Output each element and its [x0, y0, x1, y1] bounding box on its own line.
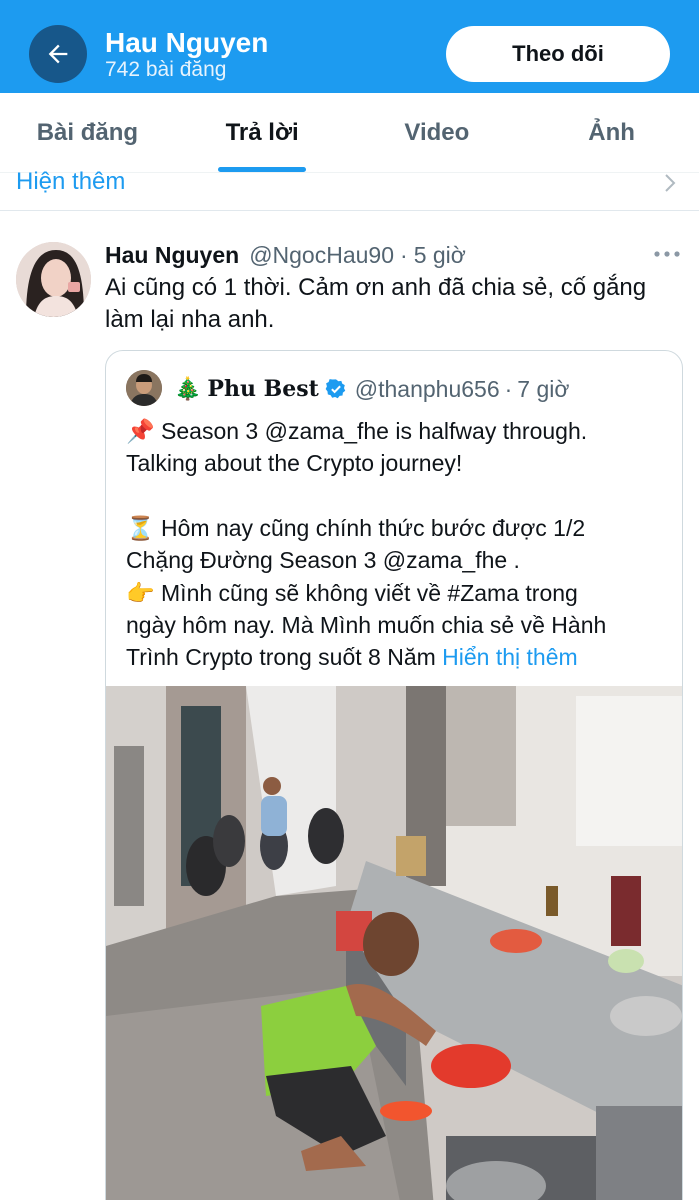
more-horizontal-icon[interactable] — [653, 247, 681, 261]
tab-posts[interactable]: Bài đăng — [0, 93, 175, 172]
christmas-tree-icon: 🎄 — [174, 376, 202, 401]
quote-text: 📌 Season 3 @zama_fhe is halfway through.… — [126, 415, 666, 674]
tweet-header: Hau Nguyen @NgocHau90 · 5 giờ — [105, 239, 466, 271]
post-count: 742 bài đăng — [105, 58, 227, 81]
show-more-label: Hiện thêm — [16, 168, 126, 195]
show-more-row[interactable]: Hiện thêm — [0, 166, 699, 211]
quote-line: 👉 Mình cũng sẽ không viết về #Zama trong — [126, 579, 578, 606]
back-button[interactable] — [29, 25, 87, 83]
tab-replies[interactable]: Trả lời — [175, 93, 350, 172]
tab-label: Ảnh — [588, 118, 635, 146]
quote-avatar[interactable] — [126, 370, 162, 406]
quote-line: ⏳ Hôm nay cũng chính thức bước được 1/2 — [126, 514, 586, 541]
quoted-tweet[interactable]: 🎄 Phu Best @thanphu656 · 7 giờ 📌 Season … — [105, 350, 683, 1200]
tweet-time[interactable]: 5 giờ — [414, 242, 466, 269]
separator-dot: · — [504, 375, 513, 402]
arrow-left-icon — [48, 44, 68, 64]
quote-author[interactable]: Phu Best — [207, 376, 318, 402]
profile-tabs: Bài đăng Trả lời Video Ảnh — [0, 93, 699, 173]
profile-name: Hau Nguyen — [105, 27, 269, 58]
quote-line: Trình Crypto trong suốt 8 Năm Hiển thị t… — [126, 641, 666, 673]
quote-line-text: Trình Crypto trong suốt 8 Năm — [126, 644, 443, 671]
show-more-link[interactable]: Hiển thị thêm — [442, 644, 578, 670]
tab-label: Trả lời — [225, 118, 299, 146]
tweet-author[interactable]: Hau Nguyen — [105, 242, 239, 269]
tab-label: Video — [404, 118, 470, 146]
separator-dot: · — [400, 241, 408, 268]
quote-line: Chặng Đường Season 3 @zama_fhe . — [126, 547, 520, 574]
follow-button[interactable]: Theo dõi — [446, 26, 670, 82]
verified-badge-icon — [325, 379, 346, 399]
quote-time[interactable]: 7 giờ — [517, 376, 569, 403]
tab-photos[interactable]: Ảnh — [524, 93, 699, 172]
quote-line: 📌 Season 3 @zama_fhe is halfway through. — [126, 418, 588, 444]
quote-line: ngày hôm nay. Mà Mình muốn chia sẻ về Hà… — [126, 612, 607, 639]
avatar[interactable] — [16, 242, 91, 317]
quote-photo[interactable] — [106, 686, 682, 1200]
quote-line: Talking about the Crypto journey! — [126, 450, 463, 477]
tweet-text: Ai cũng có 1 thời. Cảm ơn anh đã chia sẻ… — [105, 274, 647, 333]
tweet-handle[interactable]: @NgocHau90 — [249, 242, 394, 269]
chevron-right-icon — [665, 174, 676, 192]
profile-header: Hau Nguyen 742 bài đăng Theo dõi — [0, 0, 699, 93]
quote-header: 🎄 Phu Best @thanphu656 · 7 giờ — [174, 371, 569, 407]
tab-video[interactable]: Video — [350, 93, 525, 172]
tab-label: Bài đăng — [36, 118, 139, 146]
quote-handle[interactable]: @thanphu656 — [355, 376, 500, 403]
